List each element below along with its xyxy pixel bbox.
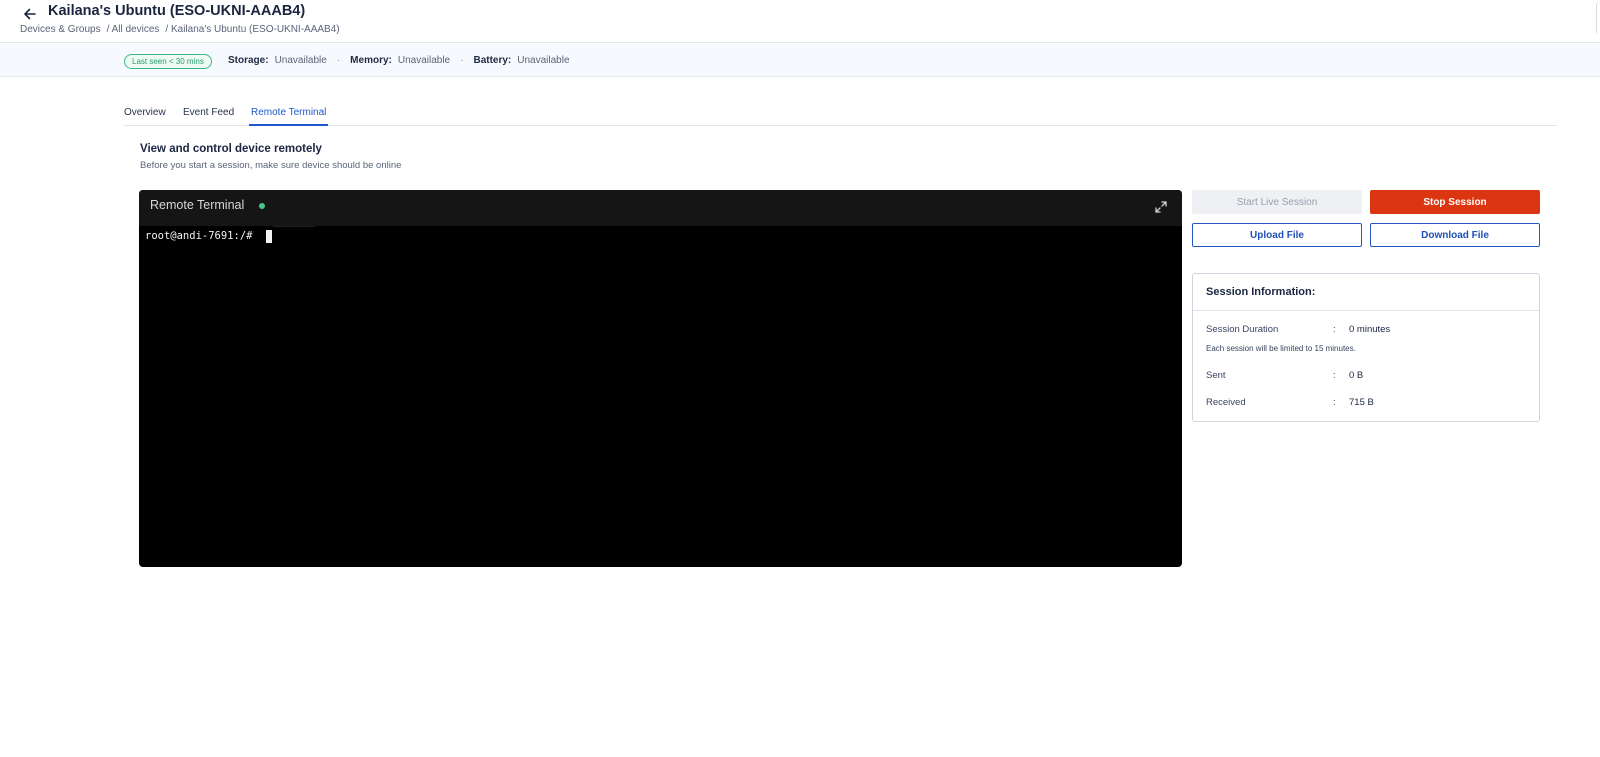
storage-value: Unavailable: [274, 55, 327, 66]
breadcrumb-all-devices[interactable]: / All devices: [107, 24, 160, 35]
terminal-scroll-edge: [273, 226, 315, 227]
separator-dot: ·: [460, 55, 464, 66]
tab-overview[interactable]: Overview: [124, 107, 166, 126]
back-button[interactable]: [20, 4, 40, 24]
terminal-title: Remote Terminal: [150, 198, 245, 212]
sent-label: Sent: [1206, 370, 1226, 381]
terminal-cursor: [266, 230, 272, 243]
start-live-session-button[interactable]: Start Live Session: [1192, 190, 1362, 214]
device-status-bar: Last seen < 30 mins Storage: Unavailable…: [0, 44, 1600, 77]
memory-label: Memory:: [350, 55, 392, 66]
terminal-header: Remote Terminal: [139, 190, 1182, 226]
received-label: Received: [1206, 397, 1246, 408]
section-subtitle: Before you start a session, make sure de…: [140, 160, 402, 171]
session-duration-label: Session Duration: [1206, 324, 1279, 335]
divider: [1193, 310, 1539, 311]
tab-remote-terminal[interactable]: Remote Terminal: [249, 107, 329, 126]
device-stats: Storage: Unavailable · Memory: Unavailab…: [228, 55, 570, 66]
session-limit-note: Each session will be limited to 15 minut…: [1206, 344, 1356, 353]
storage-label: Storage:: [228, 55, 269, 66]
tab-event-feed[interactable]: Event Feed: [183, 107, 234, 126]
colon: :: [1333, 397, 1336, 408]
page-header: Kailana's Ubuntu (ESO-UKNI-AAAB4) Device…: [0, 0, 1600, 43]
sent-value: 0 B: [1349, 370, 1364, 381]
remote-terminal-panel: Remote Terminal root@andi-7691:/#: [139, 190, 1182, 567]
section-title: View and control device remotely: [140, 143, 322, 155]
arrow-left-icon: [24, 8, 36, 20]
terminal-screen[interactable]: root@andi-7691:/#: [143, 226, 1178, 563]
download-file-button[interactable]: Download File: [1370, 223, 1540, 247]
device-tabs: Overview Event Feed Remote Terminal: [124, 104, 1557, 126]
received-value: 715 B: [1349, 397, 1374, 408]
breadcrumb: Devices & Groups / All devices / Kailana…: [20, 24, 340, 35]
stop-session-button[interactable]: Stop Session: [1370, 190, 1540, 214]
terminal-prompt: root@andi-7691:/#: [145, 230, 259, 242]
page-title: Kailana's Ubuntu (ESO-UKNI-AAAB4): [48, 3, 306, 19]
last-seen-badge: Last seen < 30 mins: [124, 54, 212, 69]
breadcrumb-devices-groups[interactable]: Devices & Groups: [20, 24, 101, 35]
header-edge-handle: [1596, 2, 1600, 34]
session-duration-value: 0 minutes: [1349, 324, 1391, 335]
session-info-title: Session Information:: [1206, 286, 1316, 298]
battery-value: Unavailable: [517, 55, 570, 66]
expand-icon[interactable]: [1154, 200, 1168, 214]
session-information-card: Session Information: Session Duration : …: [1192, 273, 1540, 422]
memory-value: Unavailable: [397, 55, 451, 66]
breadcrumb-current-device: / Kailana's Ubuntu (ESO-UKNI-AAAB4): [165, 24, 340, 35]
online-status-icon: [259, 203, 265, 209]
battery-label: Battery:: [473, 55, 512, 66]
colon: :: [1333, 370, 1336, 381]
upload-file-button[interactable]: Upload File: [1192, 223, 1362, 247]
colon: :: [1333, 324, 1336, 335]
separator-dot: ·: [336, 55, 341, 66]
